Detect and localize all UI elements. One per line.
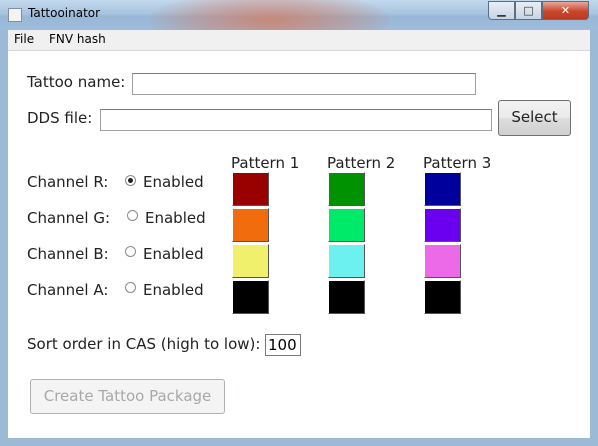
- pattern-2-header: Pattern 2: [327, 154, 396, 172]
- channel-r-enabled-label: Enabled: [143, 173, 204, 191]
- menu-file[interactable]: File: [14, 32, 34, 46]
- sort-order-label: Sort order in CAS (high to low):: [27, 335, 261, 353]
- swatch-r-pattern-3[interactable]: [424, 172, 461, 206]
- close-button[interactable]: ✕: [542, 1, 589, 20]
- swatch-b-pattern-2[interactable]: [328, 244, 365, 278]
- swatch-r-pattern-2[interactable]: [328, 172, 365, 206]
- swatch-b-pattern-1[interactable]: [232, 244, 269, 278]
- title-bar[interactable]: Tattooinator ▁ □ ✕: [0, 0, 598, 50]
- app-icon: [8, 8, 22, 22]
- channel-b-enabled-label: Enabled: [143, 245, 204, 263]
- menu-fnv-hash[interactable]: FNV hash: [49, 32, 106, 46]
- tattoo-name-label: Tattoo name:: [27, 73, 126, 91]
- sort-order-field[interactable]: 100: [265, 334, 301, 356]
- window-title: Tattooinator: [28, 6, 101, 20]
- swatch-g-pattern-1[interactable]: [232, 208, 269, 242]
- channel-a-enabled-label: Enabled: [143, 281, 204, 299]
- create-tattoo-package-button[interactable]: Create Tattoo Package: [30, 379, 225, 414]
- radio-checked-dot: [128, 178, 133, 183]
- channel-a-radio[interactable]: [125, 282, 136, 293]
- swatch-g-pattern-2[interactable]: [328, 208, 365, 242]
- dds-file-label: DDS file:: [27, 109, 93, 127]
- channel-g-radio[interactable]: [127, 210, 138, 221]
- channel-r-radio[interactable]: [125, 175, 136, 186]
- select-button[interactable]: Select: [498, 100, 571, 136]
- swatch-b-pattern-3[interactable]: [424, 244, 461, 278]
- close-icon: ✕: [560, 4, 571, 17]
- minimize-icon: ▁: [497, 4, 506, 17]
- channel-b-label: Channel B:: [27, 245, 109, 263]
- channel-a-label: Channel A:: [27, 281, 109, 299]
- maximize-button[interactable]: □: [515, 1, 542, 20]
- minimize-button[interactable]: ▁: [488, 1, 515, 20]
- channel-b-radio[interactable]: [125, 246, 136, 257]
- channel-g-label: Channel G:: [27, 209, 111, 227]
- maximize-icon: □: [523, 4, 534, 17]
- app-window: Tattooinator ▁ □ ✕ File FNV hash Tattoo …: [0, 0, 598, 446]
- channel-g-enabled-label: Enabled: [145, 209, 206, 227]
- pattern-1-header: Pattern 1: [231, 154, 300, 172]
- swatch-g-pattern-3[interactable]: [424, 208, 461, 242]
- dds-file-field[interactable]: [100, 109, 492, 131]
- swatch-a-pattern-2[interactable]: [328, 280, 365, 314]
- swatch-r-pattern-1[interactable]: [232, 172, 269, 206]
- tattoo-name-field[interactable]: [132, 73, 476, 95]
- swatch-a-pattern-3[interactable]: [424, 280, 461, 314]
- swatch-a-pattern-1[interactable]: [232, 280, 269, 314]
- menu-bar: File FNV hash: [8, 30, 590, 51]
- pattern-3-header: Pattern 3: [423, 154, 492, 172]
- channel-r-label: Channel R:: [27, 173, 109, 191]
- client-area: File FNV hash Tattoo name: DDS file: Sel…: [8, 30, 590, 438]
